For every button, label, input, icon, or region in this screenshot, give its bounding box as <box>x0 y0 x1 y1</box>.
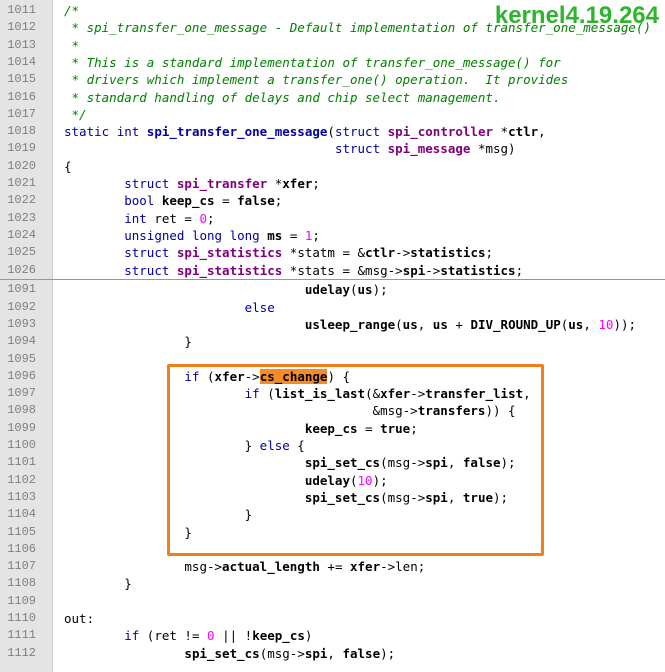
line-number: 1101 <box>7 455 36 470</box>
code-line[interactable]: 1015 * drivers which implement a transfe… <box>0 71 665 88</box>
code-line[interactable]: 1026 struct spi_statistics *stats = &msg… <box>0 262 665 279</box>
line-number: 1112 <box>7 645 36 660</box>
line-number: 1109 <box>7 593 36 608</box>
code-line[interactable]: 1094 } <box>0 333 665 350</box>
line-number: 1015 <box>7 72 36 87</box>
code-editor[interactable]: 1011/* 1012 * spi_transfer_one_message - … <box>0 0 665 672</box>
code-line[interactable]: 1016 * standard handling of delays and c… <box>0 89 665 106</box>
line-code: if (ret != 0 || !keep_cs) <box>124 628 313 644</box>
line-number: 1099 <box>7 420 36 435</box>
code-line[interactable]: 1021 struct spi_transfer *xfer; <box>0 175 665 192</box>
line-number: 1014 <box>7 54 36 69</box>
line-number: 1019 <box>7 141 36 156</box>
line-number: 1021 <box>7 176 36 190</box>
line-code: else <box>244 299 275 315</box>
code-line[interactable]: 1023 int ret = 0; <box>0 210 665 227</box>
code-line[interactable]: 1107 msg->actual_length += xfer->len; <box>0 558 665 575</box>
line-number: 1016 <box>7 89 36 104</box>
line-number: 1106 <box>7 541 36 556</box>
code-line[interactable]: 1109 <box>0 593 665 610</box>
line-number: 1111 <box>7 628 36 643</box>
line-code: unsigned long long ms = 1; <box>124 227 320 243</box>
code-line[interactable]: 1111 if (ret != 0 || !keep_cs) <box>0 627 665 644</box>
line-code: * This is a standard implementation of t… <box>64 54 561 70</box>
code-line[interactable]: 1020 { <box>0 158 665 175</box>
line-code: bool keep_cs = false; <box>124 193 283 209</box>
code-line[interactable]: 1025 struct spi_statistics *statm = &ctl… <box>0 244 665 261</box>
line-code: { <box>64 158 72 174</box>
line-number: 1095 <box>7 351 36 366</box>
line-code: struct spi_statistics *stats = &msg->spi… <box>124 262 524 278</box>
line-number: 1096 <box>7 368 36 383</box>
line-code: out: <box>64 611 95 626</box>
line-code: udelay(us); <box>304 282 388 298</box>
code-line[interactable]: 1017 */ <box>0 106 665 123</box>
line-number: 1107 <box>7 559 36 574</box>
line-number: 1105 <box>7 524 36 539</box>
line-number: 1092 <box>7 299 36 314</box>
code-line[interactable]: 1093 usleep_range(us, us + DIV_ROUND_UP(… <box>0 316 665 333</box>
line-number: 1012 <box>7 20 36 35</box>
code-line[interactable]: 1014 * This is a standard implementation… <box>0 54 665 71</box>
line-code: * drivers which implement a transfer_one… <box>64 72 569 88</box>
version-watermark: kernel4.19.264 <box>494 2 659 29</box>
line-code: int ret = 0; <box>124 210 215 226</box>
code-line[interactable]: 1013 * <box>0 37 665 54</box>
code-line[interactable]: 1024 unsigned long long ms = 1; <box>0 227 665 244</box>
line-code: * <box>64 37 80 53</box>
code-line[interactable]: 1022 bool keep_cs = false; <box>0 192 665 209</box>
fold-separator <box>0 279 665 280</box>
line-code: static int spi_transfer_one_message(stru… <box>64 124 546 140</box>
line-number: 1104 <box>7 507 36 522</box>
line-code: spi_set_cs(msg->spi, false); <box>184 645 396 661</box>
line-number: 1025 <box>7 245 36 260</box>
line-code: usleep_range(us, us + DIV_ROUND_UP(us, 1… <box>304 316 637 332</box>
line-number: 1024 <box>7 227 36 242</box>
line-number: 1026 <box>7 262 36 277</box>
line-number: 1023 <box>7 210 36 225</box>
code-line[interactable]: 1019 struct spi_message *msg) <box>0 140 665 157</box>
code-line[interactable]: 1091 udelay(us); <box>0 281 665 298</box>
line-number: 1091 <box>7 282 36 297</box>
line-code: } <box>64 334 192 350</box>
line-number: 1102 <box>7 472 36 487</box>
line-number: 1022 <box>7 193 36 208</box>
line-number: 1094 <box>7 334 36 349</box>
line-number: 1097 <box>7 386 36 401</box>
line-code: * standard handling of delays and chip s… <box>64 89 501 105</box>
line-number: 1098 <box>7 403 36 418</box>
line-number: 1093 <box>7 316 36 331</box>
line-number: 1110 <box>7 611 36 625</box>
code-line[interactable]: 1110 out: <box>0 610 665 627</box>
line-number: 1103 <box>7 489 36 504</box>
code-line[interactable]: 1112 spi_set_cs(msg->spi, false); <box>0 645 665 662</box>
line-code: struct spi_message *msg) <box>334 141 516 157</box>
line-number: 1011 <box>7 3 36 17</box>
line-code: */ <box>64 106 87 122</box>
line-number: 1017 <box>7 106 36 121</box>
code-line[interactable]: 1092 else <box>0 299 665 316</box>
line-code: struct spi_transfer *xfer; <box>124 176 320 191</box>
code-line[interactable]: 1018 static int spi_transfer_one_message(… <box>0 123 665 140</box>
line-number: 1020 <box>7 158 36 173</box>
line-code: struct spi_statistics *statm = &ctlr->st… <box>124 245 494 261</box>
line-number: 1018 <box>7 124 36 139</box>
line-code: } <box>64 576 132 592</box>
line-number: 1100 <box>7 438 36 452</box>
line-code: /* <box>64 3 80 18</box>
line-code: msg->actual_length += xfer->len; <box>64 559 426 575</box>
highlight-box <box>167 364 544 556</box>
line-number: 1013 <box>7 37 36 52</box>
line-number: 1108 <box>7 576 36 591</box>
code-line[interactable]: 1108 } <box>0 575 665 592</box>
